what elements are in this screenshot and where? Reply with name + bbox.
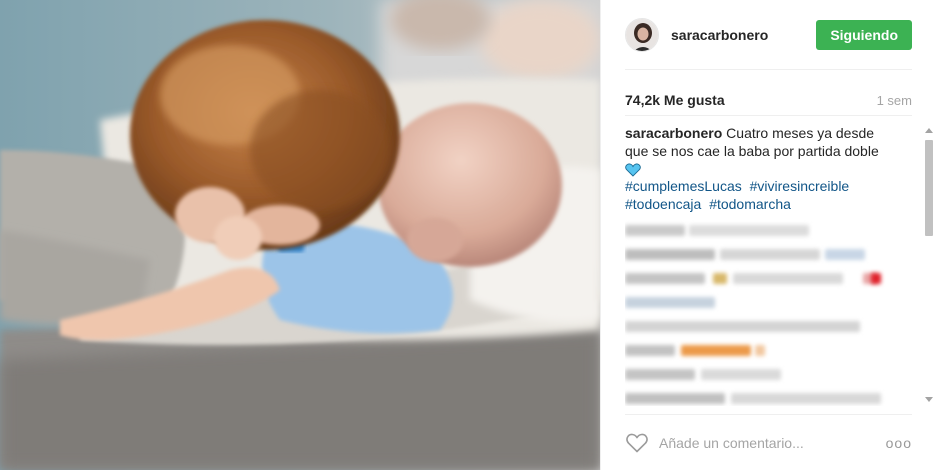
- avatar[interactable]: [625, 17, 659, 52]
- post-header: saracarbonero Siguiendo: [625, 0, 912, 70]
- blurred-comment: [625, 269, 918, 289]
- blurred-comment: [625, 365, 918, 385]
- hashtag-link[interactable]: #cumplemesLucas: [625, 178, 742, 194]
- blurred-comment: [625, 221, 918, 241]
- blurred-comment: [625, 317, 918, 337]
- author-username[interactable]: saracarbonero: [671, 27, 816, 43]
- comments-section: saracarbonero Cuatro meses ya desde que …: [625, 124, 918, 406]
- more-options-icon[interactable]: ooo: [886, 435, 912, 451]
- scroll-down-arrow-icon[interactable]: [925, 397, 933, 402]
- avatar-portrait-icon: [626, 18, 658, 51]
- blue-heart-icon: [625, 163, 641, 177]
- likes-count[interactable]: 74,2k Me gusta: [625, 92, 725, 108]
- comment-bar: ooo: [625, 414, 912, 470]
- post-stats: 74,2k Me gusta 1 sem: [625, 86, 912, 114]
- following-button[interactable]: Siguiendo: [816, 19, 912, 50]
- caption: saracarbonero Cuatro meses ya desde que …: [625, 124, 918, 177]
- scroll-thumb[interactable]: [925, 140, 933, 236]
- hashtag-link[interactable]: #todoencaja: [625, 196, 701, 212]
- post-time[interactable]: 1 sem: [877, 93, 912, 108]
- post-side-panel: saracarbonero Siguiendo 74,2k Me gusta 1…: [600, 0, 936, 470]
- comment-input[interactable]: [659, 434, 886, 451]
- hashtags: #cumplemesLucas #viviresincreible #todoe…: [625, 177, 918, 213]
- hashtag-link[interactable]: #todomarcha: [709, 196, 791, 212]
- scroll-up-arrow-icon[interactable]: [925, 128, 933, 133]
- blurred-comment: [625, 341, 918, 361]
- caption-username[interactable]: saracarbonero: [625, 125, 722, 141]
- blurred-comment: [625, 389, 918, 406]
- blurred-comment: [625, 293, 918, 313]
- like-heart-icon[interactable]: [625, 431, 649, 455]
- comments-scrollbar[interactable]: [922, 124, 936, 406]
- post-photo[interactable]: [0, 0, 600, 470]
- blurred-comment: [625, 245, 918, 265]
- divider: [625, 115, 912, 116]
- photo-illustration: [0, 0, 600, 470]
- hashtag-link[interactable]: #viviresincreible: [750, 178, 850, 194]
